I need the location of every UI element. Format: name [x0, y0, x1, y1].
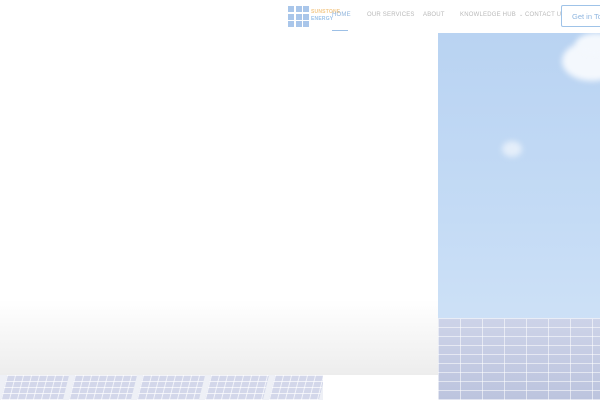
- site-header: SUNSTONE ENERGY HOME OUR SERVICES ABOUT …: [0, 0, 600, 33]
- solar-panel: [136, 375, 206, 400]
- get-in-touch-label: Get in To: [572, 12, 600, 21]
- nav-item-knowledge-hub[interactable]: KNOWLEDGE HUB ⌄: [460, 12, 523, 18]
- nav-item-about[interactable]: ABOUT: [423, 12, 445, 18]
- hero-solar-photo: [438, 33, 600, 400]
- get-in-touch-button[interactable]: Get in To: [561, 5, 600, 27]
- nav-item-home[interactable]: HOME: [332, 12, 351, 18]
- solar-panels: [438, 319, 600, 400]
- logo-grid-icon: [288, 6, 309, 27]
- nav-active-underline: [332, 30, 348, 31]
- site-logo[interactable]: SUNSTONE ENERGY: [288, 6, 340, 28]
- solar-panel-strip: [0, 375, 323, 400]
- nav-item-contact-us[interactable]: CONTACT US: [525, 12, 565, 18]
- solar-panel: [204, 375, 270, 400]
- solar-panel: [68, 375, 138, 400]
- chevron-down-icon: ⌄: [518, 12, 524, 18]
- solar-panel: [268, 375, 323, 400]
- cloud-shape: [502, 141, 522, 157]
- nav-item-our-services[interactable]: OUR SERVICES: [367, 12, 415, 18]
- hero-text-panel: [0, 33, 438, 375]
- nav-item-knowledge-hub-label: KNOWLEDGE HUB: [460, 12, 516, 18]
- solar-panel: [0, 375, 70, 400]
